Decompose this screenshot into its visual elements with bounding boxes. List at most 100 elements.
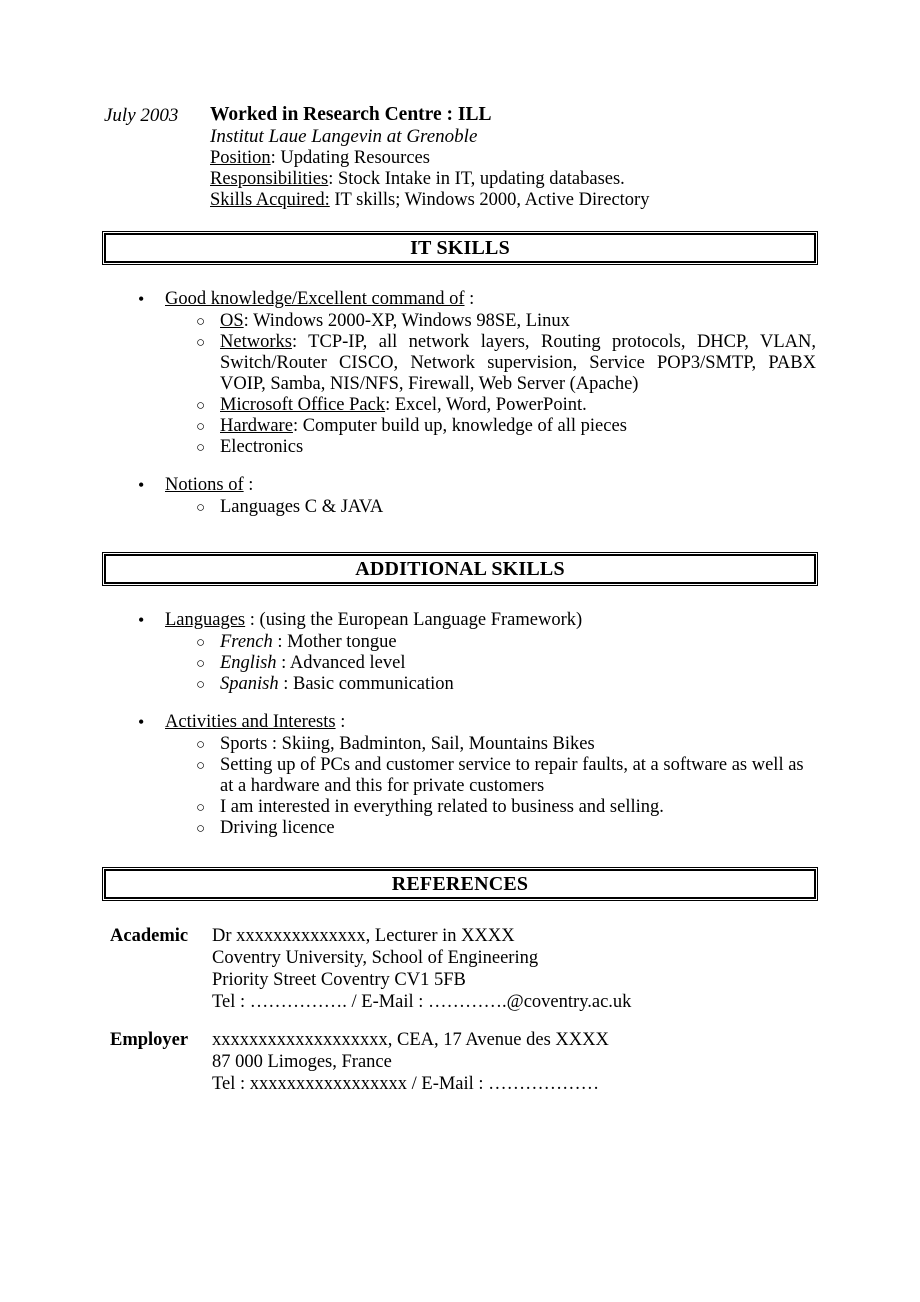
experience-skills-line: Skills Acquired: IT skills; Windows 2000…	[210, 190, 816, 211]
reference-line: Tel : ……………. / E-Mail : ………….@coventry.a…	[212, 992, 632, 1012]
bullet-icon: •	[138, 475, 145, 495]
section-banner-it-skills: IT SKILLS	[102, 231, 818, 265]
experience-date: July 2003	[104, 105, 179, 126]
section-title-additional-skills: ADDITIONAL SKILLS	[355, 558, 565, 580]
bullet-icon: •	[138, 289, 145, 309]
sub-item-label: Networks	[220, 332, 292, 352]
skills-acquired-value: IT skills; Windows 2000, Active Director…	[329, 190, 650, 210]
reference-detail-lines: Dr xxxxxxxxxxxxxx, Lecturer in XXXX Cove…	[212, 925, 816, 1013]
sub-item-label: Spanish	[220, 674, 279, 694]
group-heading-tail: :	[464, 289, 475, 309]
sub-item-text: : Computer build up, knowledge of all pi…	[292, 416, 627, 436]
list-item: ○ OS: Windows 2000-XP, Windows 98SE, Lin…	[104, 311, 816, 332]
circle-bullet-icon: ○	[196, 335, 206, 351]
reference-line: 87 000 Limoges, France	[212, 1052, 392, 1072]
circle-bullet-icon: ○	[196, 635, 206, 651]
group-heading: Notions of	[165, 475, 244, 495]
list-item: ○ Hardware: Computer build up, knowledge…	[104, 416, 816, 437]
sub-item-label: English	[220, 653, 277, 673]
group-heading-tail: :	[335, 712, 346, 732]
reference-line: Coventry University, School of Engineeri…	[212, 948, 539, 968]
group-heading: Languages	[165, 610, 246, 630]
position-label: Position	[210, 148, 271, 168]
group-heading-tail: :	[243, 475, 254, 495]
list-item: • Activities and Interests :	[104, 712, 816, 733]
group-heading-tail: : (using the European Language Framework…	[245, 610, 583, 630]
experience-body: Worked in Research Centre : ILL Institut…	[210, 104, 816, 211]
circle-bullet-icon: ○	[196, 821, 206, 837]
circle-bullet-icon: ○	[196, 500, 206, 516]
circle-bullet-icon: ○	[196, 656, 206, 672]
list-item: ○ Setting up of PCs and customer service…	[104, 755, 816, 797]
circle-bullet-icon: ○	[196, 314, 206, 330]
list-item: ○ French : Mother tongue	[104, 632, 816, 653]
responsibilities-label: Responsibilities	[210, 169, 329, 189]
references-body: Academic Dr xxxxxxxxxxxxxx, Lecturer in …	[104, 925, 816, 1095]
reference-line: Dr xxxxxxxxxxxxxx, Lecturer in XXXX	[212, 926, 515, 946]
bullet-icon: •	[138, 712, 145, 732]
list-item: ○ English : Advanced level	[104, 653, 816, 674]
section-title-it-skills: IT SKILLS	[410, 237, 510, 259]
sub-item-text: Sports : Skiing, Badminton, Sail, Mounta…	[220, 734, 595, 754]
position-value: : Updating Resources	[270, 148, 430, 168]
reference-detail-lines: xxxxxxxxxxxxxxxxxxx, CEA, 17 Avenue des …	[212, 1029, 816, 1095]
cv-page: July 2003 Worked in Research Centre : IL…	[0, 0, 920, 1302]
circle-bullet-icon: ○	[196, 737, 206, 753]
list-item: • Notions of :	[104, 475, 816, 496]
experience-position-line: Position: Updating Resources	[210, 148, 816, 169]
list-item: ○ I am interested in everything related …	[104, 797, 816, 818]
reference-line: Tel : xxxxxxxxxxxxxxxxx / E-Mail : ………………	[212, 1074, 600, 1094]
sub-item-text: : Advanced level	[276, 653, 406, 673]
sub-item-text: Electronics	[220, 437, 304, 457]
experience-responsibilities-line: Responsibilities: Stock Intake in IT, up…	[210, 169, 816, 190]
section-banner-references: REFERENCES	[102, 867, 818, 901]
sub-item-label: OS	[220, 311, 244, 331]
it-skills-body: • Good knowledge/Excellent command of : …	[104, 289, 816, 518]
sub-item-text: : TCP-IP, all network layers, Routing pr…	[220, 332, 816, 394]
list-item: ○ Networks: TCP-IP, all network layers, …	[104, 332, 816, 395]
circle-bullet-icon: ○	[196, 398, 206, 414]
experience-title: Worked in Research Centre : ILL	[210, 104, 492, 125]
circle-bullet-icon: ○	[196, 440, 206, 456]
list-item: ○ Driving licence	[104, 818, 816, 839]
sub-item-label: Microsoft Office Pack	[220, 395, 386, 415]
reference-entry-academic: Academic Dr xxxxxxxxxxxxxx, Lecturer in …	[104, 925, 816, 1013]
experience-subtitle: Institut Laue Langevin at Grenoble	[210, 126, 478, 147]
circle-bullet-icon: ○	[196, 800, 206, 816]
sub-item-label: French	[220, 632, 273, 652]
sub-item-text: : Basic communication	[278, 674, 454, 694]
reference-line: xxxxxxxxxxxxxxxxxxx, CEA, 17 Avenue des …	[212, 1030, 609, 1050]
sub-item-label: Hardware	[220, 416, 293, 436]
circle-bullet-icon: ○	[196, 419, 206, 435]
group-heading: Activities and Interests	[165, 712, 336, 732]
experience-entry: July 2003 Worked in Research Centre : IL…	[104, 104, 816, 211]
list-item: • Good knowledge/Excellent command of :	[104, 289, 816, 310]
section-title-references: REFERENCES	[391, 873, 529, 895]
list-item: ○ Sports : Skiing, Badminton, Sail, Moun…	[104, 734, 816, 755]
responsibilities-value: : Stock Intake in IT, updating databases…	[328, 169, 625, 189]
list-item: ○ Spanish : Basic communication	[104, 674, 816, 695]
circle-bullet-icon: ○	[196, 758, 206, 774]
circle-bullet-icon: ○	[196, 677, 206, 693]
reference-label: Employer	[110, 1030, 189, 1050]
section-banner-additional-skills: ADDITIONAL SKILLS	[102, 552, 818, 586]
sub-item-text: : Windows 2000-XP, Windows 98SE, Linux	[243, 311, 570, 331]
additional-skills-body: • Languages : (using the European Langua…	[104, 610, 816, 839]
bullet-icon: •	[138, 610, 145, 630]
skills-acquired-label: Skills Acquired:	[210, 190, 330, 210]
sub-item-text: I am interested in everything related to…	[220, 797, 664, 817]
reference-label: Academic	[110, 926, 189, 946]
sub-item-text: Setting up of PCs and customer service t…	[220, 755, 804, 796]
list-item: ○ Electronics	[104, 437, 816, 458]
sub-item-text: : Mother tongue	[272, 632, 397, 652]
sub-item-text: Languages C & JAVA	[220, 497, 384, 517]
sub-item-text: : Excel, Word, PowerPoint.	[385, 395, 587, 415]
reference-line: Priority Street Coventry CV1 5FB	[212, 970, 466, 990]
list-item: ○ Microsoft Office Pack: Excel, Word, Po…	[104, 395, 816, 416]
list-item: ○ Languages C & JAVA	[104, 497, 816, 518]
sub-item-text: Driving licence	[220, 818, 335, 838]
list-item: • Languages : (using the European Langua…	[104, 610, 816, 631]
group-heading: Good knowledge/Excellent command of	[165, 289, 465, 309]
